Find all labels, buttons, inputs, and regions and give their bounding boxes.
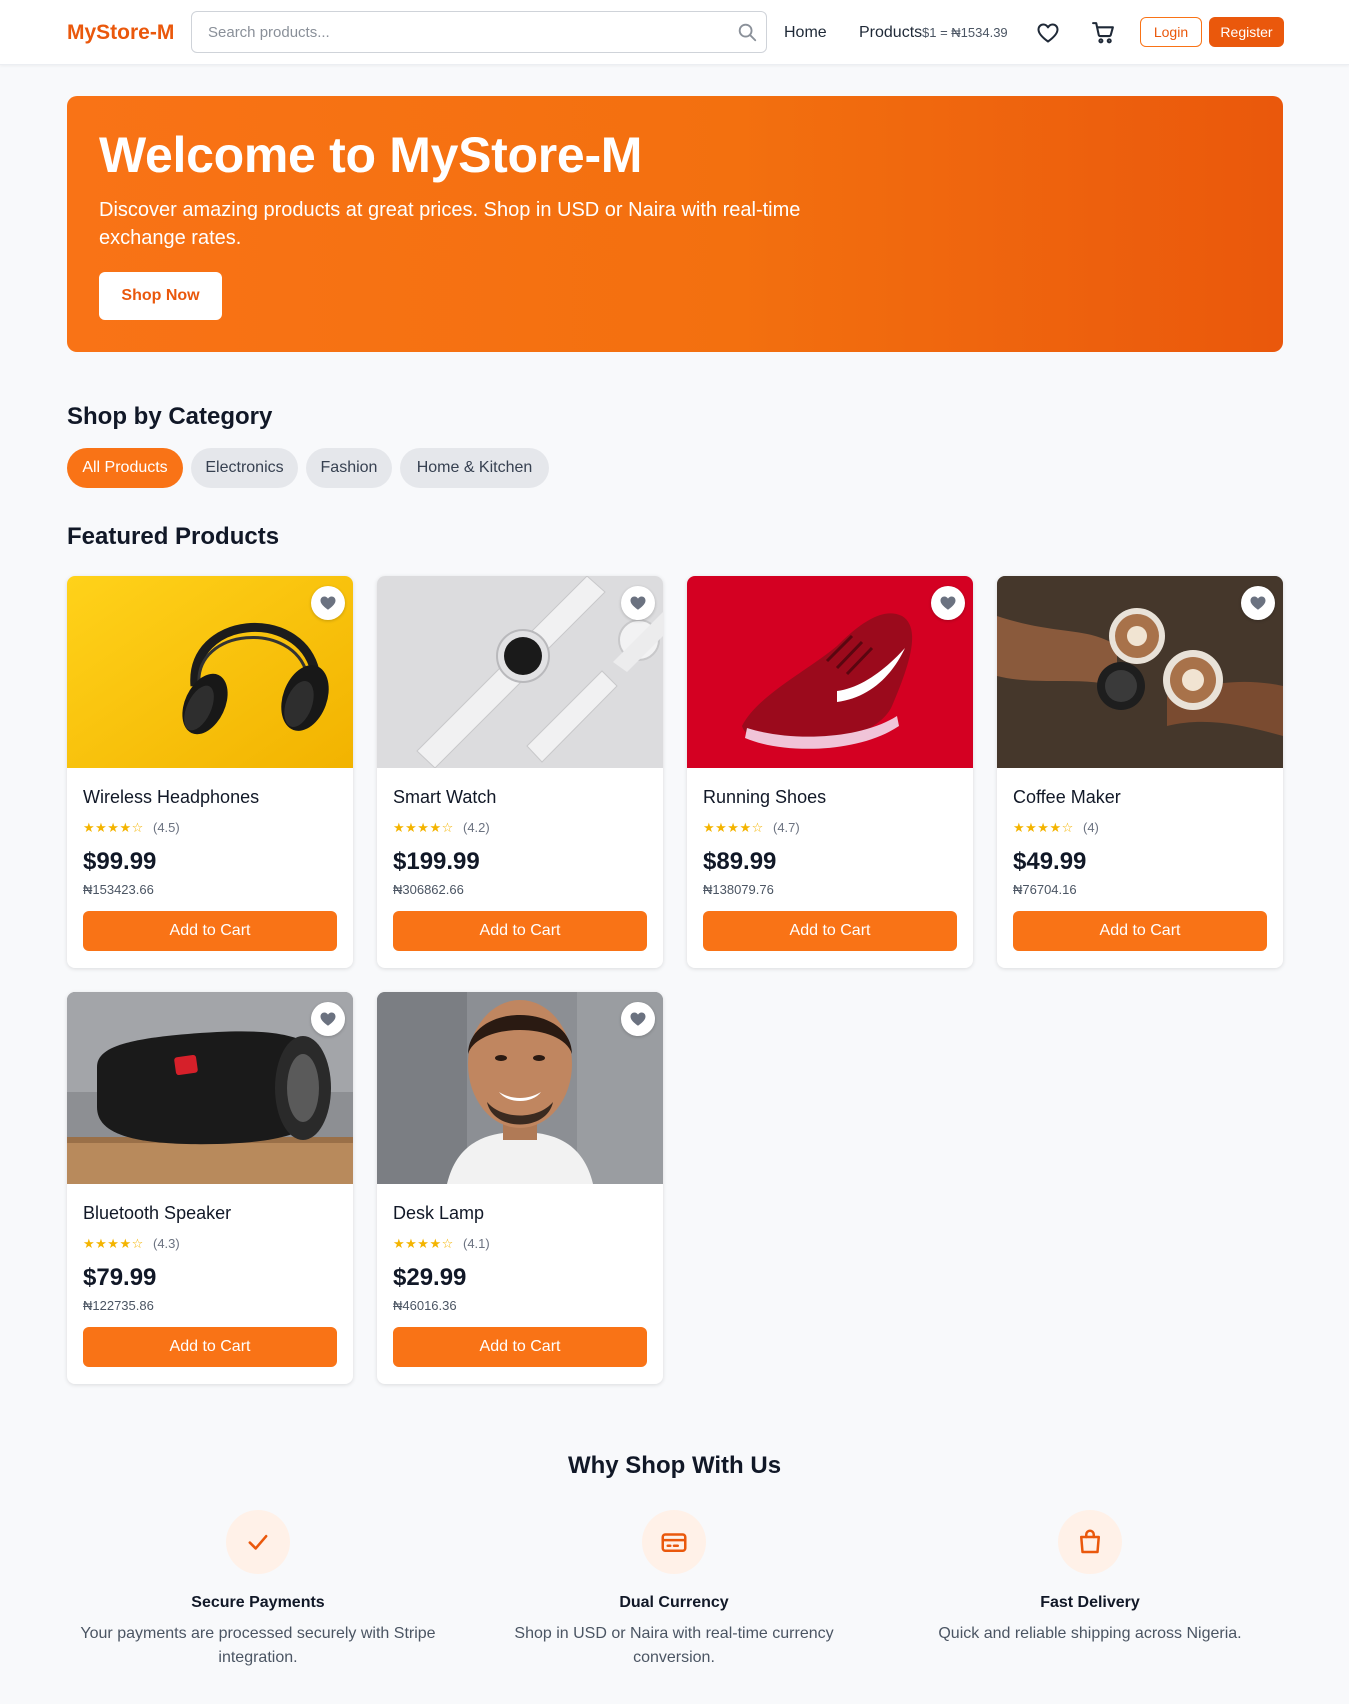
price-usd: $89.99	[703, 848, 777, 875]
register-button[interactable]: Register	[1209, 17, 1284, 47]
product-name[interactable]: Bluetooth Speaker	[83, 1203, 231, 1224]
why-shop-title: Why Shop With Us	[567, 1452, 782, 1479]
feature-description: Shop in USD or Naira with real-time curr…	[514, 1625, 834, 1666]
product-name[interactable]: Wireless Headphones	[83, 787, 259, 808]
rating-value: (4.5)	[153, 820, 180, 835]
feature-fast-delivery: Fast Delivery Quick and reliable shippin…	[900, 1510, 1280, 1646]
price-usd: $99.99	[83, 848, 157, 875]
nav-home-link[interactable]: Home	[784, 24, 827, 42]
feature-description: Your payments are processed securely wit…	[80, 1625, 436, 1666]
wishlist-toggle[interactable]	[931, 586, 965, 620]
rating-value: (4.2)	[463, 820, 490, 835]
featured-section-title: Featured Products	[67, 523, 280, 550]
rating-value: (4.1)	[463, 1236, 490, 1251]
feature-dual-currency: Dual Currency Shop in USD or Naira with …	[484, 1510, 864, 1670]
exchange-rate-label: $1 = ₦1534.39	[922, 25, 1008, 40]
add-to-cart-button[interactable]: Add to Cart	[393, 911, 647, 951]
product-image-smart-watch[interactable]	[377, 576, 663, 768]
cart-icon[interactable]	[1091, 20, 1116, 45]
category-fashion[interactable]: Fashion	[306, 448, 392, 488]
brand-logo[interactable]: MyStore-M	[67, 21, 174, 45]
price-ngn: ₦306862.66	[393, 882, 464, 897]
feature-icon-circle	[1058, 1510, 1122, 1574]
product-name[interactable]: Coffee Maker	[1013, 787, 1121, 808]
search-input[interactable]	[192, 12, 766, 52]
product-image-coffee-maker[interactable]	[997, 576, 1283, 768]
feature-secure-payments: Secure Payments Your payments are proces…	[68, 1510, 448, 1670]
heart-icon	[320, 596, 336, 610]
price-ngn: ₦153423.66	[83, 882, 154, 897]
heart-icon	[320, 1012, 336, 1026]
product-image-headphones[interactable]	[67, 576, 353, 768]
wishlist-heart-icon[interactable]	[1036, 21, 1060, 45]
price-usd: $79.99	[83, 1264, 157, 1291]
hero-banner: Welcome to MyStore-M Discover amazing pr…	[67, 96, 1283, 352]
star-rating-icon: ★★★★☆	[703, 820, 764, 835]
product-card[interactable]: Coffee Maker ★★★★☆ (4) $49.99 ₦76704.16 …	[997, 576, 1283, 968]
feature-title: Secure Payments	[191, 1594, 325, 1611]
product-card[interactable]: Bluetooth Speaker ★★★★☆ (4.3) $79.99 ₦12…	[67, 992, 353, 1384]
feature-title: Dual Currency	[619, 1594, 729, 1611]
wishlist-toggle[interactable]	[1241, 586, 1275, 620]
rating-value: (4.3)	[153, 1236, 180, 1251]
heart-icon	[630, 1012, 646, 1026]
star-rating-icon: ★★★★☆	[1013, 820, 1074, 835]
product-name[interactable]: Running Shoes	[703, 787, 826, 808]
top-navbar: MyStore-M Home Products $1 = ₦1534.39 Lo…	[0, 0, 1349, 65]
heart-icon	[1250, 596, 1266, 610]
rating-value: (4)	[1083, 820, 1099, 835]
product-card[interactable]: Smart Watch ★★★★☆ (4.2) $199.99 ₦306862.…	[377, 576, 663, 968]
rating-value: (4.7)	[773, 820, 800, 835]
shopping-bag-icon	[1080, 1529, 1100, 1554]
feature-icon-circle	[642, 1510, 706, 1574]
star-rating-icon: ★★★★☆	[393, 1236, 454, 1251]
price-usd: $29.99	[393, 1264, 467, 1291]
feature-icon-circle	[226, 1510, 290, 1574]
product-image-bluetooth-speaker[interactable]	[67, 992, 353, 1184]
heart-icon	[630, 596, 646, 610]
price-ngn: ₦122735.86	[83, 1298, 154, 1313]
search-bar	[191, 11, 767, 53]
login-button[interactable]: Login	[1140, 17, 1202, 47]
product-name[interactable]: Desk Lamp	[393, 1203, 484, 1224]
star-rating-icon: ★★★★☆	[83, 1236, 144, 1251]
price-ngn: ₦46016.36	[393, 1298, 457, 1313]
add-to-cart-button[interactable]: Add to Cart	[703, 911, 957, 951]
hero-title: Welcome to MyStore-M	[99, 127, 643, 183]
star-rating-icon: ★★★★☆	[83, 820, 144, 835]
add-to-cart-button[interactable]: Add to Cart	[83, 1327, 337, 1367]
feature-description: Quick and reliable shipping across Niger…	[938, 1625, 1242, 1642]
wishlist-toggle[interactable]	[621, 1002, 655, 1036]
feature-title: Fast Delivery	[1040, 1594, 1140, 1611]
product-name[interactable]: Smart Watch	[393, 787, 496, 808]
nav-products-link[interactable]: Products	[859, 24, 922, 42]
search-icon[interactable]	[736, 21, 758, 43]
wishlist-toggle[interactable]	[311, 586, 345, 620]
product-image-running-shoes[interactable]	[687, 576, 973, 768]
category-home-kitchen[interactable]: Home & Kitchen	[400, 448, 549, 488]
heart-icon	[940, 596, 956, 610]
add-to-cart-button[interactable]: Add to Cart	[393, 1327, 647, 1367]
add-to-cart-button[interactable]: Add to Cart	[83, 911, 337, 951]
category-section-title: Shop by Category	[67, 403, 273, 430]
category-electronics[interactable]: Electronics	[191, 448, 298, 488]
product-card[interactable]: Running Shoes ★★★★☆ (4.7) $89.99 ₦138079…	[687, 576, 973, 968]
product-card[interactable]: Desk Lamp ★★★★☆ (4.1) $29.99 ₦46016.36 A…	[377, 992, 663, 1384]
price-usd: $199.99	[393, 848, 480, 875]
credit-card-icon	[661, 1533, 687, 1552]
shop-now-button[interactable]: Shop Now	[99, 272, 222, 320]
price-ngn: ₦76704.16	[1013, 882, 1077, 897]
product-card[interactable]: Wireless Headphones ★★★★☆ (4.5) $99.99 ₦…	[67, 576, 353, 968]
check-icon	[248, 1534, 268, 1550]
price-ngn: ₦138079.76	[703, 882, 774, 897]
price-usd: $49.99	[1013, 848, 1087, 875]
hero-subtitle: Discover amazing products at great price…	[99, 199, 801, 249]
wishlist-toggle[interactable]	[311, 1002, 345, 1036]
category-all-products[interactable]: All Products	[67, 448, 183, 488]
star-rating-icon: ★★★★☆	[393, 820, 454, 835]
add-to-cart-button[interactable]: Add to Cart	[1013, 911, 1267, 951]
wishlist-toggle[interactable]	[621, 586, 655, 620]
product-image-desk-lamp[interactable]	[377, 992, 663, 1184]
